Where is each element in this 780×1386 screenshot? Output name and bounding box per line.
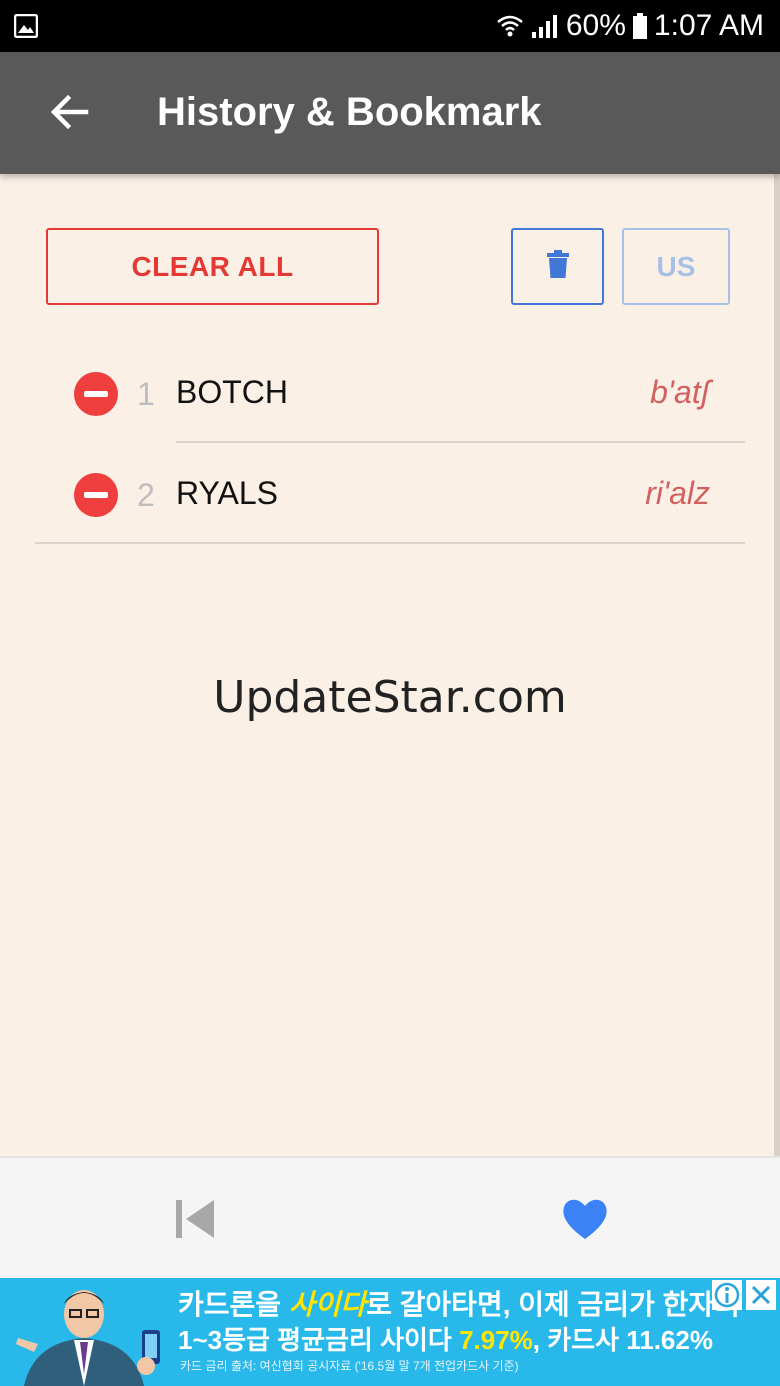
row-phonetic: ri'alz [645, 475, 710, 511]
clock: 1:07 AM [653, 9, 764, 42]
trash-icon [545, 249, 571, 284]
minus-circle-icon[interactable] [74, 473, 118, 517]
history-row[interactable]: 2 RYALS ri'alz [0, 443, 780, 544]
delete-button[interactable] [511, 228, 604, 305]
info-icon[interactable] [712, 1280, 742, 1310]
row-index: 2 [137, 477, 155, 513]
ad-headline: 카드론을 사이다로 갈아타면, 이제 금리가 한자리 [178, 1289, 740, 1320]
bottom-navigation [0, 1156, 780, 1278]
heart-icon[interactable] [560, 1194, 610, 1244]
ad-subheadline: 1~3등급 평균금리 사이다 7.97%, 카드사 11.62% [178, 1325, 713, 1355]
row-index: 1 [137, 376, 155, 412]
minus-circle-icon[interactable] [74, 372, 118, 416]
gallery-notification-icon [14, 14, 38, 38]
battery-icon [632, 12, 648, 40]
status-indicators: 60% 1:07 AM [496, 8, 764, 44]
watermark: UpdateStar.com [213, 672, 567, 723]
row-word: BOTCH [176, 374, 288, 410]
ad-banner[interactable]: 카드론을 사이다로 갈아타면, 이제 금리가 한자리 1~3등급 평균금리 사이… [0, 1278, 780, 1386]
clear-all-button[interactable]: CLEAR ALL [46, 228, 379, 305]
wifi-icon [496, 12, 524, 40]
history-content: CLEAR ALL US 1 BOTCH b'atʃ 2 RYALS ri'al… [0, 174, 780, 1156]
status-bar: 60% 1:07 AM [0, 0, 780, 52]
row-divider [35, 542, 745, 544]
language-us-button[interactable]: US [622, 228, 730, 305]
close-icon[interactable] [746, 1280, 776, 1310]
row-phonetic: b'atʃ [650, 374, 710, 410]
battery-percentage: 60% [565, 9, 626, 42]
advertiser-illustration [14, 1282, 174, 1386]
ad-disclaimer: 카드 금리 출처: 여신협회 공시자료 ('16.5월 말 7개 전업카드사 기… [180, 1359, 519, 1373]
app-bar: History & Bookmark [0, 52, 780, 174]
page-title: History & Bookmark [157, 90, 542, 134]
skip-previous-icon[interactable] [170, 1194, 220, 1244]
signal-icon [530, 12, 560, 40]
back-arrow-icon[interactable] [44, 86, 96, 138]
history-row[interactable]: 1 BOTCH b'atʃ [0, 342, 780, 443]
row-word: RYALS [176, 475, 278, 511]
scroll-edge [774, 174, 780, 1156]
